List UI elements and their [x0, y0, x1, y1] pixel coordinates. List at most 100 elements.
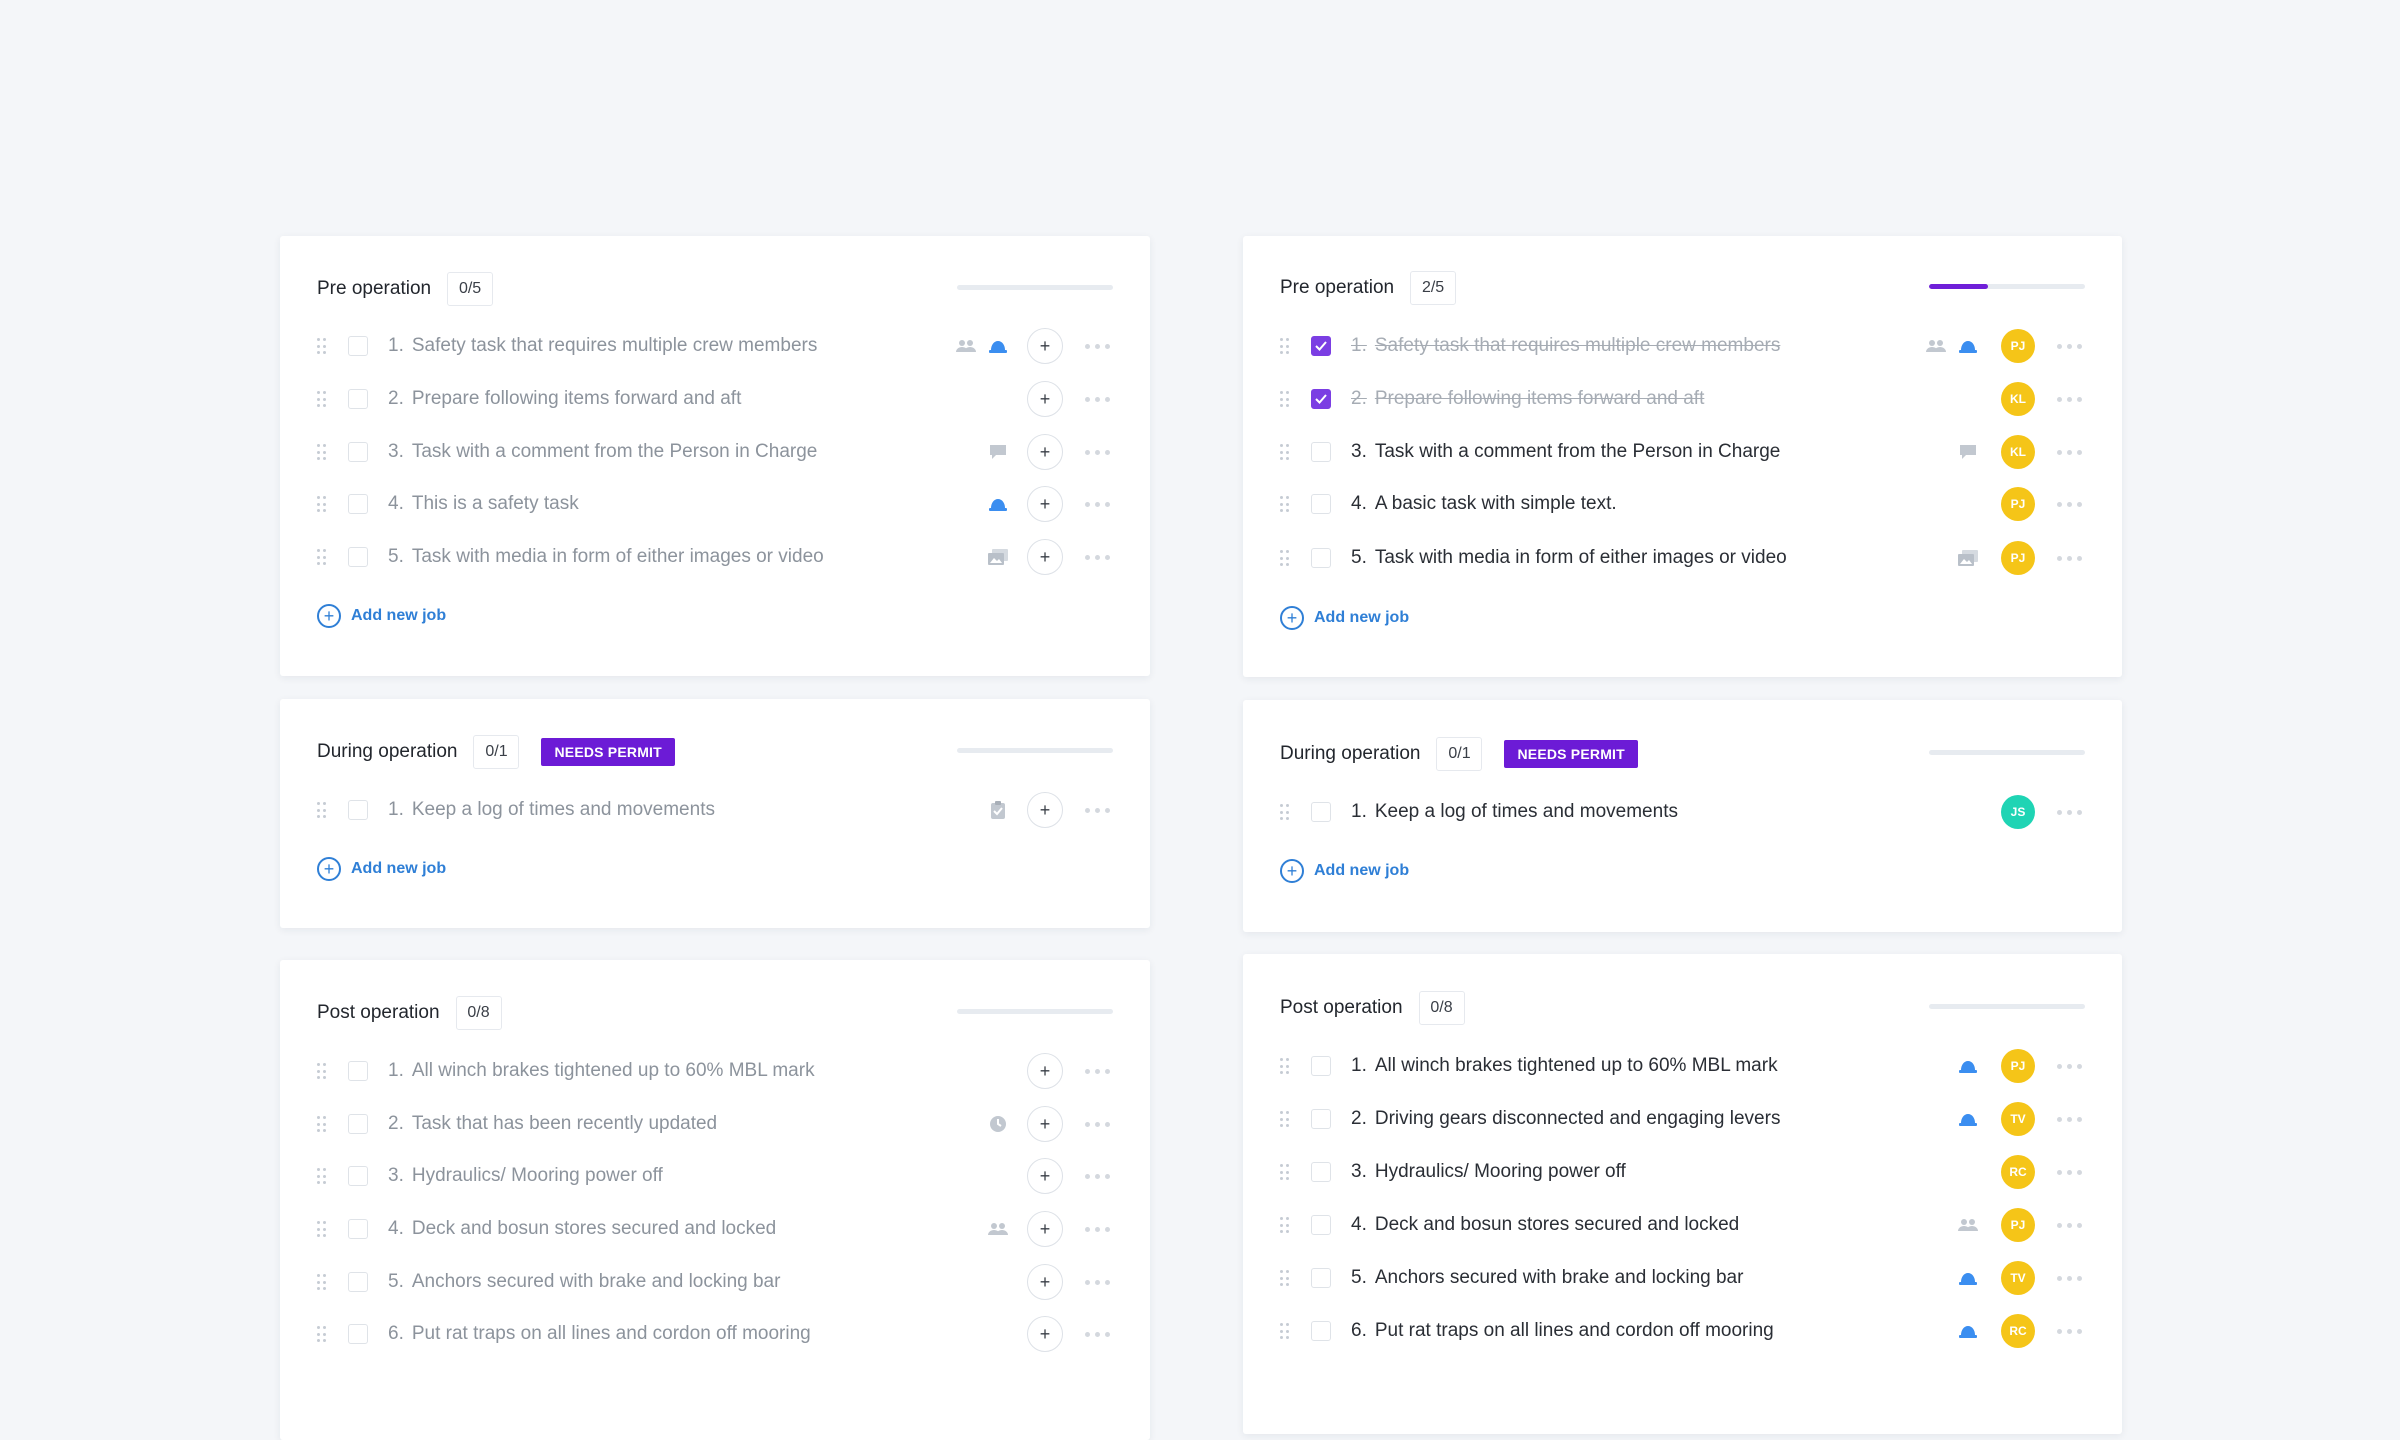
task-checkbox[interactable] [1311, 1268, 1331, 1288]
task-row[interactable]: 6. Put rat traps on all lines and cordon … [1280, 1310, 2085, 1352]
task-checkbox[interactable] [1311, 389, 1331, 409]
assign-button[interactable]: + [1027, 328, 1063, 364]
drag-handle-icon[interactable] [1280, 1217, 1294, 1233]
assign-button[interactable]: + [1027, 434, 1063, 470]
more-options-icon[interactable] [1085, 501, 1113, 507]
more-options-icon[interactable] [1085, 1331, 1113, 1337]
drag-handle-icon[interactable] [317, 802, 331, 818]
task-row[interactable]: 5. Anchors secured with brake and locking… [1280, 1257, 2085, 1299]
task-checkbox[interactable] [348, 800, 368, 820]
task-checkbox[interactable] [1311, 336, 1331, 356]
task-row[interactable]: 3. Hydraulics/ Mooring power off RC [1280, 1151, 2085, 1193]
assign-button[interactable]: + [1027, 486, 1063, 522]
drag-handle-icon[interactable] [317, 1063, 331, 1079]
assign-button[interactable]: + [1027, 1264, 1063, 1300]
task-row[interactable]: 4. Deck and bosun stores secured and lock… [1280, 1204, 2085, 1246]
drag-handle-icon[interactable] [317, 1326, 331, 1342]
more-options-icon[interactable] [1085, 343, 1113, 349]
drag-handle-icon[interactable] [317, 1274, 331, 1290]
task-checkbox[interactable] [348, 336, 368, 356]
task-checkbox[interactable] [348, 1114, 368, 1134]
assignee-avatar[interactable]: KL [2001, 382, 2035, 416]
more-options-icon[interactable] [2057, 1063, 2085, 1069]
task-checkbox[interactable] [348, 547, 368, 567]
more-options-icon[interactable] [2057, 343, 2085, 349]
task-row[interactable]: 1. Safety task that requires multiple cre… [1280, 325, 2085, 367]
drag-handle-icon[interactable] [1280, 1270, 1294, 1286]
assignee-avatar[interactable]: PJ [2001, 1208, 2035, 1242]
drag-handle-icon[interactable] [317, 1221, 331, 1237]
assign-button[interactable]: + [1027, 792, 1063, 828]
more-options-icon[interactable] [2057, 1169, 2085, 1175]
drag-handle-icon[interactable] [1280, 444, 1294, 460]
more-options-icon[interactable] [2057, 1222, 2085, 1228]
more-options-icon[interactable] [2057, 501, 2085, 507]
assign-button[interactable]: + [1027, 1211, 1063, 1247]
task-checkbox[interactable] [1311, 802, 1331, 822]
more-options-icon[interactable] [1085, 1279, 1113, 1285]
drag-handle-icon[interactable] [1280, 496, 1294, 512]
more-options-icon[interactable] [1085, 1173, 1113, 1179]
assign-button[interactable]: + [1027, 381, 1063, 417]
assignee-avatar[interactable]: KL [2001, 435, 2035, 469]
task-checkbox[interactable] [348, 442, 368, 462]
assign-button[interactable]: + [1027, 539, 1063, 575]
more-options-icon[interactable] [2057, 1328, 2085, 1334]
more-options-icon[interactable] [1085, 1226, 1113, 1232]
task-row[interactable]: 6. Put rat traps on all lines and cordon … [317, 1313, 1113, 1355]
task-row[interactable]: 1. Keep a log of times and movements + [317, 789, 1113, 831]
assignee-avatar[interactable]: PJ [2001, 1049, 2035, 1083]
add-new-job-button[interactable]: + Add new job [1280, 606, 1409, 630]
drag-handle-icon[interactable] [317, 549, 331, 565]
add-new-job-button[interactable]: + Add new job [317, 857, 446, 881]
task-checkbox[interactable] [1311, 442, 1331, 462]
drag-handle-icon[interactable] [317, 338, 331, 354]
task-row[interactable]: 5. Task with media in form of either imag… [1280, 537, 2085, 579]
drag-handle-icon[interactable] [317, 1116, 331, 1132]
task-checkbox[interactable] [1311, 1056, 1331, 1076]
drag-handle-icon[interactable] [317, 444, 331, 460]
drag-handle-icon[interactable] [1280, 804, 1294, 820]
drag-handle-icon[interactable] [1280, 550, 1294, 566]
more-options-icon[interactable] [2057, 1275, 2085, 1281]
task-row[interactable]: 3. Task with a comment from the Person in… [1280, 431, 2085, 473]
task-row[interactable]: 4. A basic task with simple text. PJ [1280, 483, 2085, 525]
task-checkbox[interactable] [348, 1324, 368, 1344]
drag-handle-icon[interactable] [317, 391, 331, 407]
task-checkbox[interactable] [1311, 1162, 1331, 1182]
task-row[interactable]: 5. Anchors secured with brake and locking… [317, 1261, 1113, 1303]
task-row[interactable]: 1. Safety task that requires multiple cre… [317, 325, 1113, 367]
more-options-icon[interactable] [1085, 1121, 1113, 1127]
task-checkbox[interactable] [348, 1272, 368, 1292]
task-row[interactable]: 1. Keep a log of times and movements JS [1280, 791, 2085, 833]
assign-button[interactable]: + [1027, 1316, 1063, 1352]
task-checkbox[interactable] [348, 389, 368, 409]
drag-handle-icon[interactable] [1280, 338, 1294, 354]
assign-button[interactable]: + [1027, 1158, 1063, 1194]
task-row[interactable]: 5. Task with media in form of either imag… [317, 536, 1113, 578]
task-checkbox[interactable] [348, 494, 368, 514]
task-row[interactable]: 2. Task that has been recently updated + [317, 1103, 1113, 1145]
task-row[interactable]: 2. Driving gears disconnected and engagin… [1280, 1098, 2085, 1140]
task-row[interactable]: 1. All winch brakes tightened up to 60% M… [1280, 1045, 2085, 1087]
add-new-job-button[interactable]: + Add new job [1280, 859, 1409, 883]
more-options-icon[interactable] [1085, 807, 1113, 813]
more-options-icon[interactable] [2057, 449, 2085, 455]
task-checkbox[interactable] [1311, 548, 1331, 568]
assignee-avatar[interactable]: PJ [2001, 487, 2035, 521]
drag-handle-icon[interactable] [1280, 391, 1294, 407]
more-options-icon[interactable] [1085, 449, 1113, 455]
assignee-avatar[interactable]: PJ [2001, 329, 2035, 363]
task-checkbox[interactable] [348, 1219, 368, 1239]
task-row[interactable]: 2. Prepare following items forward and af… [1280, 378, 2085, 420]
task-row[interactable]: 4. Deck and bosun stores secured and lock… [317, 1208, 1113, 1250]
drag-handle-icon[interactable] [317, 1168, 331, 1184]
assign-button[interactable]: + [1027, 1106, 1063, 1142]
assignee-avatar[interactable]: TV [2001, 1102, 2035, 1136]
drag-handle-icon[interactable] [1280, 1111, 1294, 1127]
more-options-icon[interactable] [1085, 1068, 1113, 1074]
assignee-avatar[interactable]: JS [2001, 795, 2035, 829]
more-options-icon[interactable] [2057, 1116, 2085, 1122]
task-checkbox[interactable] [1311, 1109, 1331, 1129]
drag-handle-icon[interactable] [317, 496, 331, 512]
